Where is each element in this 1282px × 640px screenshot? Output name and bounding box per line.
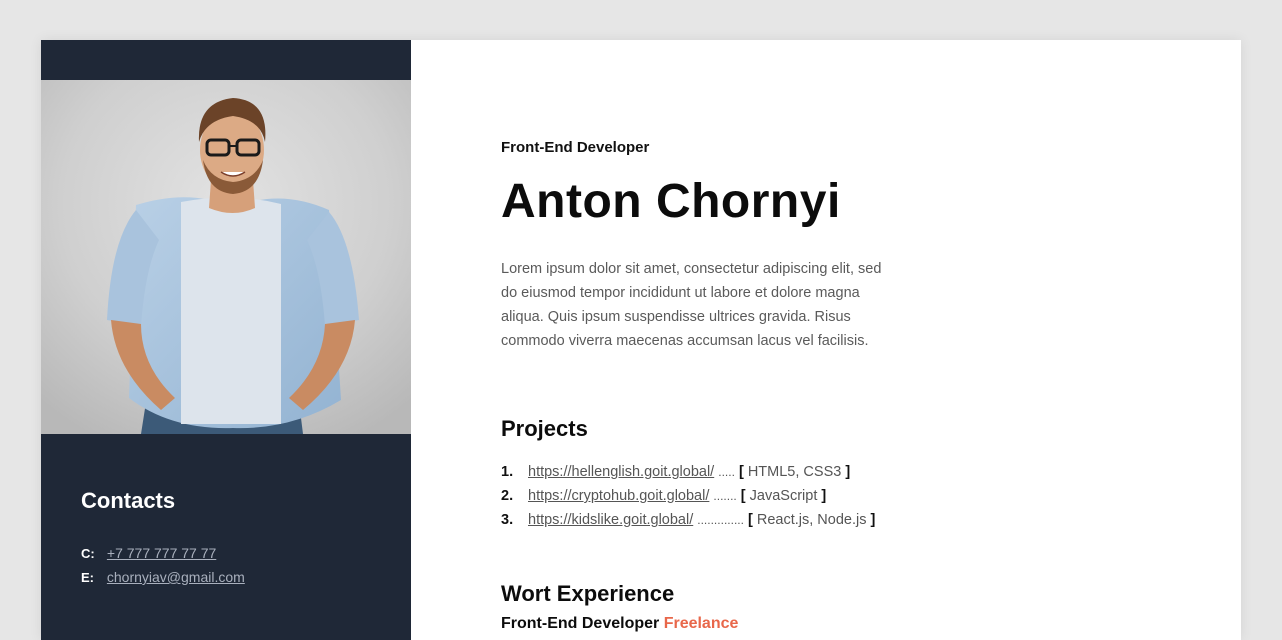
project-number: 1. xyxy=(501,464,514,480)
contact-email: E: chornyiav@gmail.com xyxy=(81,565,245,589)
contact-phone: C: +7 777 777 77 77 xyxy=(81,541,245,565)
experience-heading: Wort Experience xyxy=(501,581,675,606)
contact-phone-label: C: xyxy=(81,546,95,561)
project-bracket-open: [ xyxy=(738,464,744,480)
project-bracket-close: ] xyxy=(845,464,851,480)
contact-list: C: +7 777 777 77 77 E: chornyiav@gmail.c… xyxy=(81,541,245,589)
phone-link[interactable]: +7 777 777 77 77 xyxy=(107,545,216,561)
project-number: 3. xyxy=(501,512,514,528)
project-bracket-open: [ xyxy=(740,488,746,504)
project-tech: JavaScript xyxy=(749,488,818,504)
project-item: 2. https://cryptohub.goit.global/ .......… xyxy=(501,484,875,508)
project-item: 1. https://hellenglish.goit.global/ .....… xyxy=(501,460,875,484)
project-link[interactable]: https://cryptohub.goit.global/ xyxy=(528,488,709,504)
project-tech: React.js, Node.js xyxy=(756,512,867,528)
person-name: Anton Chornyi xyxy=(501,175,841,228)
experience-role-row: Front-End Developer Freelance xyxy=(501,615,738,633)
sidebar: Contacts C: +7 777 777 77 77 E: chornyia… xyxy=(41,40,411,640)
project-dots: ..... xyxy=(718,465,735,479)
project-bracket-close: ] xyxy=(870,512,876,528)
project-dots: ....... xyxy=(713,489,737,503)
projects-heading: Projects xyxy=(501,416,588,441)
project-link[interactable]: https://kidslike.goit.global/ xyxy=(528,512,693,528)
project-item: 3. https://kidslike.goit.global/ ........… xyxy=(501,508,875,532)
contact-email-label: E: xyxy=(81,570,94,585)
job-title: Front-End Developer xyxy=(501,139,650,156)
contacts-heading: Contacts xyxy=(81,488,176,513)
bio-text: Lorem ipsum dolor sit amet, consectetur … xyxy=(501,261,882,349)
project-bracket-open: [ xyxy=(747,512,753,528)
project-bracket-close: ] xyxy=(821,488,827,504)
project-tech: HTML5, CSS3 xyxy=(747,464,842,480)
resume-page: Contacts C: +7 777 777 77 77 E: chornyia… xyxy=(41,40,1241,640)
email-link[interactable]: chornyiav@gmail.com xyxy=(107,569,245,585)
project-dots: .............. xyxy=(697,513,744,527)
experience-role: Front-End Developer xyxy=(501,615,660,632)
experience-type: Freelance xyxy=(663,615,739,632)
project-list: 1. https://hellenglish.goit.global/ .....… xyxy=(501,460,875,532)
project-number: 2. xyxy=(501,488,514,504)
profile-photo xyxy=(41,80,411,434)
project-link[interactable]: https://hellenglish.goit.global/ xyxy=(528,464,714,480)
